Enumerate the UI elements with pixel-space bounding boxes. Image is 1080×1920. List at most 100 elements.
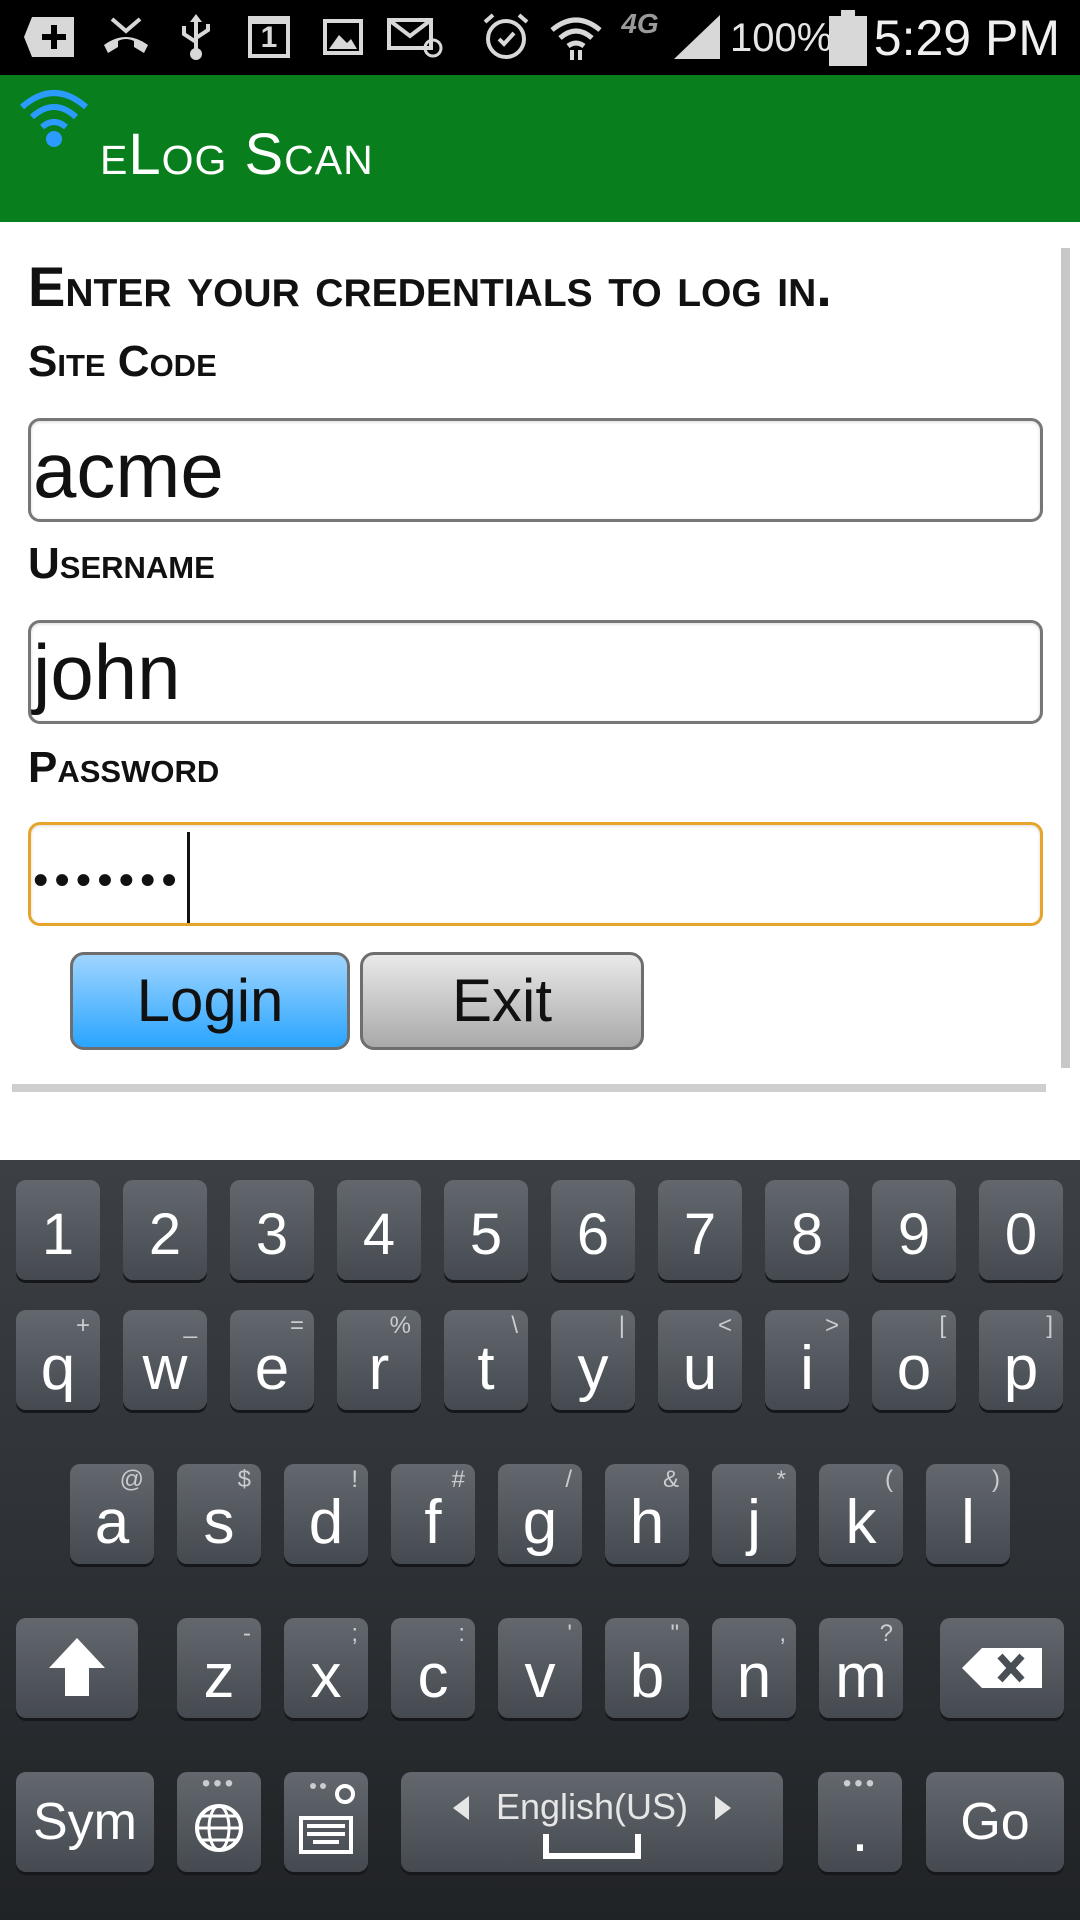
key-t[interactable]: \ t [444, 1310, 528, 1410]
key-5[interactable]: 5 [444, 1180, 528, 1280]
space-key[interactable]: English(US) [401, 1772, 783, 1872]
network-4g-icon: 4G [610, 6, 670, 42]
key-4[interactable]: 4 [337, 1180, 421, 1280]
key-m[interactable]: ? m [819, 1618, 903, 1718]
key-u[interactable]: < u [658, 1310, 742, 1410]
key-q[interactable]: + q [16, 1310, 100, 1410]
more-dots: ••• [842, 1770, 878, 1797]
key-6[interactable]: 6 [551, 1180, 635, 1280]
key-label: 8 [790, 1202, 824, 1267]
key-j[interactable]: * j [712, 1464, 796, 1564]
key-label: o [896, 1334, 932, 1403]
key-9[interactable]: 9 [872, 1180, 956, 1280]
key-n[interactable]: ,n [712, 1618, 796, 1718]
key-x[interactable]: ; x [284, 1618, 368, 1718]
shift-icon [16, 1636, 138, 1703]
soft-keyboard: 1 2 3 4 5 6 7 8 9 0 + q _ w = e % r \ t | y < u… [0, 1160, 1080, 1920]
password-masked-value: ••••••• [33, 855, 183, 905]
key-l[interactable]: ) l [926, 1464, 1010, 1564]
key-3[interactable]: 3 [230, 1180, 314, 1280]
signal-icon [670, 12, 724, 62]
key-b[interactable]: " b [605, 1618, 689, 1718]
key-2[interactable]: 2 [123, 1180, 207, 1280]
usb-icon [172, 12, 220, 62]
form-scrollbar[interactable] [1061, 248, 1070, 1068]
key-a[interactable]: @ a [70, 1464, 154, 1564]
key-g[interactable]: / g [498, 1464, 582, 1564]
more-dots: ••• [201, 1770, 237, 1797]
battery-icon [826, 10, 870, 66]
key-r[interactable]: % r [337, 1310, 421, 1410]
image-icon [318, 12, 368, 62]
key-s[interactable]: $ s [177, 1464, 261, 1564]
key-y[interactable]: | y [551, 1310, 635, 1410]
key-z[interactable]: -z [177, 1618, 261, 1718]
key-label: f [424, 1488, 442, 1557]
globe-icon [177, 1802, 261, 1859]
keyboard-settings-key[interactable] [284, 1772, 368, 1872]
key-7[interactable]: 7 [658, 1180, 742, 1280]
login-form: Enter your credentials to log in. Site C… [0, 222, 1080, 1092]
key-label: c [417, 1642, 449, 1711]
battery-percent-text: 100% [730, 16, 833, 60]
key-label: q [40, 1334, 76, 1403]
key-k[interactable]: (k [819, 1464, 903, 1564]
username-input[interactable]: john [28, 620, 1043, 724]
key-label: 3 [255, 1202, 289, 1267]
key-0[interactable]: 0 [979, 1180, 1063, 1280]
key-label: k [845, 1488, 877, 1557]
go-key[interactable]: Go [926, 1772, 1064, 1872]
key-p[interactable]: ] p [979, 1310, 1063, 1410]
key-o[interactable]: [o [872, 1310, 956, 1410]
key-label: 2 [148, 1202, 182, 1267]
key-d[interactable]: ! d [284, 1464, 368, 1564]
key-label: v [524, 1642, 556, 1711]
site-code-input[interactable]: acme [28, 418, 1043, 522]
key-label: 4 [362, 1202, 396, 1267]
exit-button[interactable]: Exit [360, 952, 644, 1050]
backspace-key[interactable] [940, 1618, 1064, 1718]
key-h[interactable]: & h [605, 1464, 689, 1564]
sym-key[interactable]: Sym [16, 1772, 154, 1872]
key-label: n [736, 1642, 772, 1711]
wifi-icon [548, 12, 604, 62]
password-input[interactable]: ••••••• [28, 822, 1043, 926]
password-label: Password [28, 743, 220, 792]
email-icon [386, 12, 446, 62]
form-divider [12, 1084, 1046, 1092]
key-label: t [477, 1334, 495, 1403]
key-label: 7 [683, 1202, 717, 1267]
wifi-signal-icon [18, 85, 90, 157]
key-label: m [835, 1642, 887, 1711]
key-label: i [800, 1334, 814, 1403]
username-value: john [33, 628, 181, 716]
key-label: b [629, 1642, 665, 1711]
form-heading: Enter your credentials to log in. [28, 255, 832, 318]
site-code-label: Site Code [28, 337, 217, 386]
language-key[interactable]: ••• [177, 1770, 261, 1872]
key-label: 6 [576, 1202, 610, 1267]
status-bar: 1 4G 100% 5:29 PM [0, 0, 1080, 75]
key-label: a [94, 1488, 130, 1557]
period-key[interactable]: ••• . [818, 1770, 902, 1872]
key-v[interactable]: ' v [498, 1618, 582, 1718]
key-1[interactable]: 1 [16, 1180, 100, 1280]
key-label: Sym [33, 1793, 137, 1851]
key-f[interactable]: # f [391, 1464, 475, 1564]
key-c[interactable]: :c [391, 1618, 475, 1718]
key-w[interactable]: _ w [123, 1310, 207, 1410]
shift-key[interactable] [16, 1618, 138, 1718]
key-label: y [577, 1334, 609, 1403]
action-bar: eLog Scan [0, 75, 1080, 222]
key-e[interactable]: = e [230, 1310, 314, 1410]
network-type-text: 4G [621, 8, 659, 39]
key-label: d [308, 1488, 344, 1557]
key-i[interactable]: > i [765, 1310, 849, 1410]
calendar-day-text: 1 [248, 16, 290, 58]
key-label: x [310, 1642, 342, 1711]
language-next-icon [713, 1794, 733, 1827]
key-label: l [961, 1488, 975, 1557]
key-8[interactable]: 8 [765, 1180, 849, 1280]
key-label: g [522, 1488, 558, 1557]
login-button[interactable]: Login [70, 952, 350, 1050]
